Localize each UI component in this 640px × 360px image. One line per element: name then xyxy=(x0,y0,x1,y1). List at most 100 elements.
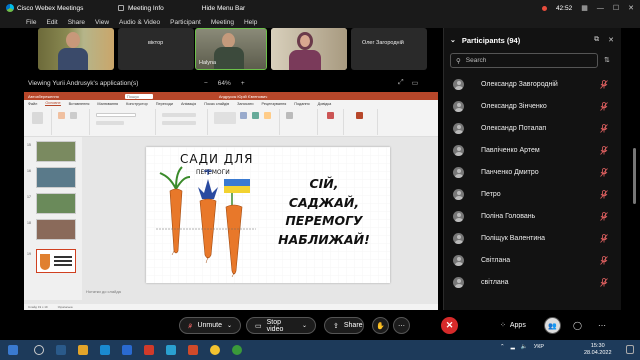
sort-icon[interactable]: ⇅ xyxy=(604,56,610,64)
participant-row[interactable]: Петро xyxy=(444,183,622,205)
muted-mic-icon[interactable] xyxy=(600,277,608,287)
file-explorer-icon[interactable] xyxy=(78,345,88,355)
current-slide[interactable]: САДИ ДЛЯ ПЕРЕМОГИ СІЙ, САДЖАЙ, ПЕРЕМОГУ … xyxy=(146,147,390,283)
close-panel-icon[interactable]: ✕ xyxy=(608,36,614,44)
menu-edit[interactable]: Edit xyxy=(46,19,57,26)
telegram-icon[interactable] xyxy=(166,345,176,355)
ribbon-tab[interactable]: Рецензування xyxy=(262,102,287,106)
notes-placeholder[interactable]: Нотатки до слайда xyxy=(86,289,121,294)
pdf-icon[interactable] xyxy=(144,345,154,355)
participant-row[interactable]: світлана xyxy=(444,271,622,293)
ribbon-tab-active[interactable]: Основне xyxy=(45,101,61,106)
slide-thumbnail[interactable] xyxy=(36,141,76,162)
font-style-buttons[interactable] xyxy=(96,121,124,125)
video-tile-active-speaker[interactable]: Halyna xyxy=(195,28,267,70)
close-button[interactable]: ✕ xyxy=(628,4,634,12)
shared-application[interactable]: Автозбереження Пошук Андрусик Юрій Євген… xyxy=(24,92,438,310)
participant-row[interactable]: Поліна Головань xyxy=(444,205,622,227)
fullscreen-icon[interactable]: ⤢ xyxy=(398,79,404,87)
menu-file[interactable]: File xyxy=(26,19,36,26)
slide-thumbnail[interactable] xyxy=(36,219,76,240)
ribbon-tab[interactable]: Конструктор xyxy=(126,102,148,106)
ribbon-tab[interactable]: Довідка xyxy=(318,102,332,106)
layout-icon[interactable]: ▭ xyxy=(412,79,419,87)
windows-start-icon[interactable] xyxy=(8,345,18,355)
minimize-button[interactable]: — xyxy=(597,5,604,12)
alignment-buttons[interactable] xyxy=(162,121,196,125)
notification-icon[interactable] xyxy=(626,345,634,354)
video-tile[interactable]: Олег Загородній xyxy=(351,28,427,70)
edge-icon[interactable] xyxy=(100,345,110,355)
ribbon-tab[interactable]: Файл xyxy=(28,102,37,106)
ribbon-tab[interactable]: Анімація xyxy=(181,102,196,106)
menu-view[interactable]: View xyxy=(95,19,109,26)
apps-button[interactable]: ⁘ Apps xyxy=(500,321,526,330)
slide-thumbnail[interactable] xyxy=(36,193,76,214)
shapes-icon[interactable] xyxy=(214,112,236,124)
chrome-icon[interactable] xyxy=(210,345,220,355)
font-select[interactable] xyxy=(96,113,136,117)
video-tile[interactable] xyxy=(38,28,114,70)
slide-thumbnail[interactable] xyxy=(36,167,76,188)
task-view-icon[interactable] xyxy=(56,345,66,355)
network-icon[interactable]: ▂ xyxy=(511,344,515,350)
muted-mic-icon[interactable] xyxy=(600,211,608,221)
leave-meeting-button[interactable]: ✕ xyxy=(441,317,458,334)
find-icon[interactable] xyxy=(286,112,293,119)
more-panels-icon[interactable]: ⋯ xyxy=(598,321,606,330)
chevron-down-icon[interactable]: ⌄ xyxy=(450,36,456,44)
search-icon[interactable] xyxy=(34,345,44,355)
keyboard-language[interactable]: УКР xyxy=(534,344,544,350)
participants-button[interactable]: 👥 xyxy=(544,317,561,334)
paragraph-buttons[interactable] xyxy=(162,113,196,117)
ribbon-tab[interactable]: Подання xyxy=(294,102,309,106)
word-icon[interactable] xyxy=(122,345,132,355)
participants-scrollbar[interactable] xyxy=(633,148,636,204)
webex-taskbar-icon[interactable] xyxy=(232,345,242,355)
reactions-button[interactable]: ✋ xyxy=(372,317,389,334)
powerpoint-search[interactable]: Пошук xyxy=(124,93,153,99)
ribbon-tab[interactable]: Малювання xyxy=(97,102,118,106)
share-button[interactable]: ⇪ Share xyxy=(324,317,364,334)
muted-mic-icon[interactable] xyxy=(600,167,608,177)
layout-icon[interactable] xyxy=(70,112,77,119)
quick-styles-icon[interactable] xyxy=(252,112,259,119)
participant-row[interactable]: Поліщук Валентина xyxy=(444,227,622,249)
video-tile[interactable]: віктор xyxy=(118,28,194,70)
muted-mic-icon[interactable] xyxy=(600,145,608,155)
dictate-icon[interactable] xyxy=(327,112,334,119)
muted-mic-icon[interactable] xyxy=(600,233,608,243)
hide-menu-bar-button[interactable]: Hide Menu Bar xyxy=(202,5,245,12)
participant-row[interactable]: Світлана xyxy=(444,249,622,271)
menu-share[interactable]: Share xyxy=(68,19,85,26)
zoom-level[interactable]: 64% xyxy=(218,80,231,87)
chat-icon[interactable]: ◯ xyxy=(573,321,582,330)
muted-mic-icon[interactable] xyxy=(600,101,608,111)
menu-audio-video[interactable]: Audio & Video xyxy=(119,19,160,26)
volume-icon[interactable]: 🔈 xyxy=(521,344,528,350)
participant-row[interactable]: Олександр Поталап xyxy=(444,117,622,139)
chevron-up-icon[interactable]: ⌃ xyxy=(500,344,505,350)
arrange-icon[interactable] xyxy=(240,112,247,119)
paste-icon[interactable] xyxy=(32,112,43,124)
menu-participant[interactable]: Participant xyxy=(170,19,201,26)
zoom-out-button[interactable]: − xyxy=(204,80,208,87)
muted-mic-icon[interactable] xyxy=(600,79,608,89)
zoom-in-button[interactable]: + xyxy=(241,80,245,87)
muted-mic-icon[interactable] xyxy=(600,123,608,133)
menu-meeting[interactable]: Meeting xyxy=(211,19,234,26)
new-slide-icon[interactable] xyxy=(58,112,65,119)
participant-row[interactable]: Олександр Завгородній xyxy=(444,73,622,95)
meeting-info-button[interactable]: Meeting Info xyxy=(118,5,164,12)
designer-icon[interactable] xyxy=(356,112,363,119)
muted-mic-icon[interactable] xyxy=(600,255,608,265)
ribbon-tab[interactable]: Записати xyxy=(237,102,253,106)
powerpoint-icon[interactable] xyxy=(188,345,198,355)
ribbon-tab[interactable]: Вставлення xyxy=(69,102,90,106)
muted-mic-icon[interactable] xyxy=(600,189,608,199)
stop-video-button[interactable]: ▭ Stop video ⌄ xyxy=(246,317,316,334)
menu-help[interactable]: Help xyxy=(244,19,257,26)
ribbon-tab[interactable]: Показ слайдів xyxy=(204,102,229,106)
participant-row[interactable]: Павліченко Артем xyxy=(444,139,622,161)
chevron-down-icon[interactable]: ⌄ xyxy=(302,322,307,329)
